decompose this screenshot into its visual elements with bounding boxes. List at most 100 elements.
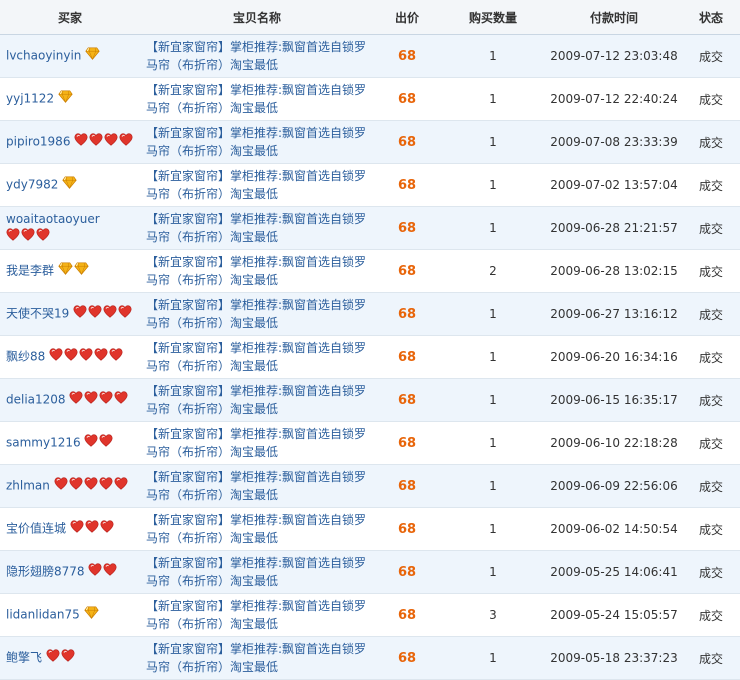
buyer-name-link[interactable]: zhlman [6,479,50,493]
payment-time-cell: 2009-07-02 13:57:04 [546,163,682,207]
item-name-cell: 【新宜家窗帘】掌柜推荐:飘窗首选自锁罗马帘（布折帘）淘宝最低 [140,507,374,551]
heart-icon [88,305,102,323]
price-cell: 68 [374,421,440,465]
buyer-cell: 宝价值连城 [0,507,140,551]
buyer-name-link[interactable]: 宝价值连城 [6,522,66,536]
payment-time-cell: 2009-07-12 23:03:48 [546,34,682,78]
buyer-name-link[interactable]: 我是李群 [6,264,54,278]
heart-icon [46,649,60,667]
column-header-buyer: 买家 [0,0,140,35]
item-name-cell: 【新宜家窗帘】掌柜推荐:飘窗首选自锁罗马帘（布折帘）淘宝最低 [140,593,374,637]
heart-icon [89,133,103,151]
diamond-icon [62,176,77,194]
heart-icon [103,563,117,581]
item-name-cell: 【新宜家窗帘】掌柜推荐:飘窗首选自锁罗马帘（布折帘）淘宝最低 [140,421,374,465]
credit-rating-badge [83,606,100,624]
buyer-name-link[interactable]: 飘纱88 [6,350,45,364]
item-name-link[interactable]: 【新宜家窗帘】掌柜推荐:飘窗首选自锁罗马帘（布折帘）淘宝最低 [146,513,366,545]
buyer-name-link[interactable]: 天使不哭19 [6,307,69,321]
heart-icon [88,563,102,581]
table-row: 天使不哭19 【新宜家窗帘】掌柜推荐:飘窗首选自锁罗马帘（布折帘）淘宝最低 68 1… [0,292,740,336]
heart-icon [36,227,50,246]
price-cell: 68 [374,34,440,78]
item-name-link[interactable]: 【新宜家窗帘】掌柜推荐:飘窗首选自锁罗马帘（布折帘）淘宝最低 [146,212,366,244]
quantity-cell: 1 [440,120,546,164]
item-name-link[interactable]: 【新宜家窗帘】掌柜推荐:飘窗首选自锁罗马帘（布折帘）淘宝最低 [146,169,366,201]
table-row: delia1208 【新宜家窗帘】掌柜推荐:飘窗首选自锁罗马帘（布折帘）淘宝最低… [0,378,740,422]
table-row: pipiro1986 【新宜家窗帘】掌柜推荐:飘窗首选自锁罗马帘（布折帘）淘宝最… [0,120,740,164]
item-name-link[interactable]: 【新宜家窗帘】掌柜推荐:飘窗首选自锁罗马帘（布折帘）淘宝最低 [146,384,366,416]
item-name-link[interactable]: 【新宜家窗帘】掌柜推荐:飘窗首选自锁罗马帘（布折帘）淘宝最低 [146,341,366,373]
item-name-link[interactable]: 【新宜家窗帘】掌柜推荐:飘窗首选自锁罗马帘（布折帘）淘宝最低 [146,298,366,330]
table-row: 飘纱88 【新宜家窗帘】掌柜推荐:飘窗首选自锁罗马帘（布折帘）淘宝最低 68 1 20… [0,335,740,379]
item-name-link[interactable]: 【新宜家窗帘】掌柜推荐:飘窗首选自锁罗马帘（布折帘）淘宝最低 [146,126,366,158]
heart-icon [118,305,132,323]
buyer-name-link[interactable]: 鲍擎飞 [6,651,42,665]
transaction-table: 买家 宝贝名称 出价 购买数量 付款时间 状态 lvchaoyinyin 【新宜… [0,0,740,680]
credit-rating-badge [70,520,115,538]
buyer-name-link[interactable]: yyj1122 [6,92,54,106]
buyer-name-link[interactable]: ydy7982 [6,178,58,192]
credit-rating-badge [84,434,114,452]
buyer-name-link[interactable]: sammy1216 [6,436,81,450]
item-name-link[interactable]: 【新宜家窗帘】掌柜推荐:飘窗首选自锁罗马帘（布折帘）淘宝最低 [146,83,366,115]
item-name-link[interactable]: 【新宜家窗帘】掌柜推荐:飘窗首选自锁罗马帘（布折帘）淘宝最低 [146,427,366,459]
item-name-link[interactable]: 【新宜家窗帘】掌柜推荐:飘窗首选自锁罗马帘（布折帘）淘宝最低 [146,556,366,588]
heart-icon [99,391,113,409]
heart-icon [84,391,98,409]
buyer-name-link[interactable]: 隐形翅膀8778 [6,565,85,579]
heart-icon [49,348,63,366]
buyer-cell: pipiro1986 [0,120,140,164]
price-cell: 68 [374,163,440,207]
credit-rating-badge [85,47,101,65]
item-name-cell: 【新宜家窗帘】掌柜推荐:飘窗首选自锁罗马帘（布折帘）淘宝最低 [140,378,374,422]
status-cell: 成交 [682,464,740,508]
buyer-cell: lidanlidan75 [0,593,140,637]
item-name-link[interactable]: 【新宜家窗帘】掌柜推荐:飘窗首选自锁罗马帘（布折帘）淘宝最低 [146,642,366,674]
heart-icon [64,348,78,366]
price-cell: 68 [374,507,440,551]
payment-time-cell: 2009-06-15 16:35:17 [546,378,682,422]
status-cell: 成交 [682,206,740,250]
credit-rating-badge [49,348,124,366]
heart-icon [94,348,108,366]
item-name-cell: 【新宜家窗帘】掌柜推荐:飘窗首选自锁罗马帘（布折帘）淘宝最低 [140,163,374,207]
credit-rating-badge [62,176,78,194]
price-cell: 68 [374,206,440,250]
buyer-name-link[interactable]: delia1208 [6,393,66,407]
heart-icon [104,133,118,151]
price-cell: 68 [374,292,440,336]
item-name-cell: 【新宜家窗帘】掌柜推荐:飘窗首选自锁罗马帘（布折帘）淘宝最低 [140,77,374,121]
quantity-cell: 1 [440,636,546,680]
buyer-name-link[interactable]: lidanlidan75 [6,608,80,622]
diamond-icon [58,262,73,280]
payment-time-cell: 2009-07-08 23:33:39 [546,120,682,164]
item-name-link[interactable]: 【新宜家窗帘】掌柜推荐:飘窗首选自锁罗马帘（布折帘）淘宝最低 [146,470,366,502]
column-header-payment-time: 付款时间 [546,0,682,35]
heart-icon [85,520,99,538]
payment-time-cell: 2009-06-09 22:56:06 [546,464,682,508]
table-row: lidanlidan75 【新宜家窗帘】掌柜推荐:飘窗首选自锁罗马帘（布折帘）淘… [0,593,740,637]
buyer-name-link[interactable]: lvchaoyinyin [6,49,81,63]
table-row: ydy7982 【新宜家窗帘】掌柜推荐:飘窗首选自锁罗马帘（布折帘）淘宝最低 68… [0,163,740,207]
diamond-icon [85,47,100,65]
column-header-price: 出价 [374,0,440,35]
heart-icon [70,520,84,538]
buyer-name-link[interactable]: pipiro1986 [6,135,70,149]
buyer-cell: 鲍擎飞 [0,636,140,680]
price-cell: 68 [374,636,440,680]
payment-time-cell: 2009-06-28 21:21:57 [546,206,682,250]
quantity-cell: 1 [440,464,546,508]
status-cell: 成交 [682,120,740,164]
quantity-cell: 1 [440,507,546,551]
item-name-link[interactable]: 【新宜家窗帘】掌柜推荐:飘窗首选自锁罗马帘（布折帘）淘宝最低 [146,599,366,631]
heart-icon [114,477,128,495]
diamond-icon [58,90,73,108]
credit-rating-badge [54,477,129,495]
heart-icon [61,649,75,667]
item-name-link[interactable]: 【新宜家窗帘】掌柜推荐:飘窗首选自锁罗马帘（布折帘）淘宝最低 [146,255,366,287]
buyer-name-link[interactable]: woaitaotaoyuer [6,212,100,226]
price-cell: 68 [374,593,440,637]
heart-icon [109,348,123,366]
item-name-link[interactable]: 【新宜家窗帘】掌柜推荐:飘窗首选自锁罗马帘（布折帘）淘宝最低 [146,40,366,72]
